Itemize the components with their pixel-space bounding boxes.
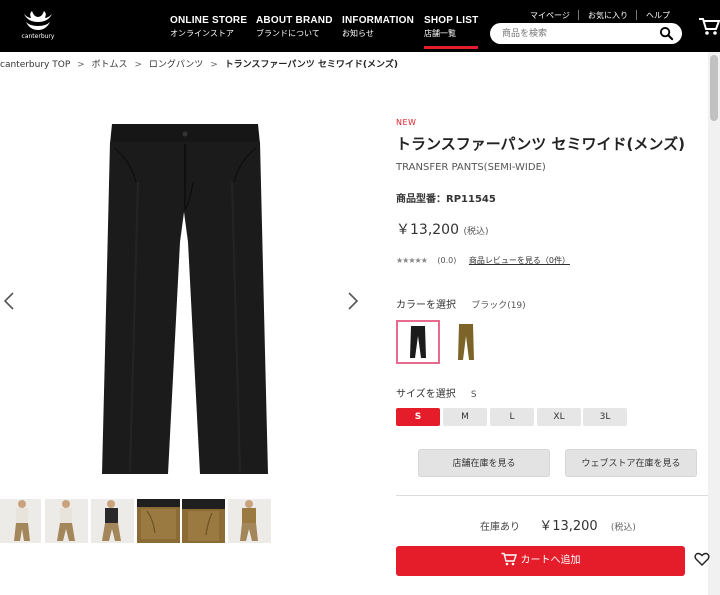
util-mypage-link[interactable]: マイページ <box>530 10 570 21</box>
thumbnail-1[interactable] <box>0 499 41 543</box>
add-to-cart-label: カートへ追加 <box>520 555 581 566</box>
thumbnail-detail-image <box>182 499 225 543</box>
product-main-image <box>102 124 268 474</box>
thumbnail-4[interactable] <box>137 499 180 543</box>
breadcrumb-separator: > <box>210 60 218 70</box>
store-stock-button[interactable]: 店舗在庫を見る <box>418 449 550 477</box>
color-select-row: カラーを選択 ブラック(19) <box>396 296 526 311</box>
cart-icon <box>501 552 517 565</box>
size-button-xl[interactable]: XL <box>537 408 581 426</box>
util-favorites-link[interactable]: お気に入り <box>588 10 628 21</box>
logo-wordmark: canterbury <box>21 33 55 40</box>
size-select-row: サイズを選択 S <box>396 385 477 400</box>
size-button-l[interactable]: L <box>490 408 534 426</box>
heart-icon[interactable] <box>694 551 710 567</box>
nav-information[interactable]: INFORMATION お知らせ <box>342 15 414 39</box>
breadcrumb-bottoms-link[interactable]: ボトムス <box>92 60 128 70</box>
review-link[interactable]: 商品レビューを見る（0件） <box>469 256 570 265</box>
black-pants-swatch-image <box>410 326 426 358</box>
divider <box>396 495 708 496</box>
product-title: トランスファーパンツ セミワイド(メンズ) <box>396 135 685 153</box>
product-subtitle: TRANSFER PANTS(SEMI-WIDE) <box>396 162 546 173</box>
new-badge: NEW <box>396 118 417 127</box>
util-divider <box>636 10 637 20</box>
rating-row: ★★★★★ (0.0) 商品レビューを見る（0件） <box>396 255 570 266</box>
stock-price: ￥13,200 <box>539 519 598 534</box>
size-select-value: S <box>470 390 477 400</box>
size-button-s[interactable]: S <box>396 408 440 426</box>
thumbnail-6[interactable] <box>228 499 271 543</box>
util-help-link[interactable]: ヘルプ <box>646 10 670 21</box>
nav-online-store[interactable]: ONLINE STORE オンラインストア <box>170 15 247 39</box>
thumbnail-detail-image <box>137 499 180 543</box>
size-button-m[interactable]: M <box>443 408 487 426</box>
gallery-prev-arrow-icon[interactable] <box>2 290 16 312</box>
rating-stars: ★★★★★ <box>396 256 428 265</box>
thumbnail-model-image <box>228 499 271 543</box>
thumbnail-5[interactable] <box>182 499 225 543</box>
breadcrumb-separator: > <box>77 60 85 70</box>
price-tax-note: (税込) <box>463 227 489 237</box>
rating-value: (0.0) <box>437 256 457 265</box>
search-icon[interactable] <box>659 26 674 41</box>
color-swatch-black[interactable] <box>396 320 440 364</box>
price-value: ￥13,200 <box>396 222 459 238</box>
search-input[interactable] <box>502 26 652 41</box>
color-select-label: カラーを選択 <box>396 300 456 311</box>
search-box <box>490 23 682 44</box>
scrollbar-thumb[interactable] <box>710 55 718 121</box>
nav-shop-list[interactable]: SHOP LIST 店舗一覧 <box>424 15 479 49</box>
stock-tax-note: (税込) <box>610 523 636 533</box>
util-divider <box>578 10 579 20</box>
gallery-next-arrow-icon[interactable] <box>346 290 360 312</box>
product-price: ￥13,200 (税込) <box>396 219 488 239</box>
size-button-3l[interactable]: 3L <box>583 408 627 426</box>
product-model-number: 商品型番：RP11545 <box>396 194 496 205</box>
breadcrumb-long-pants-link[interactable]: ロングパンツ <box>149 60 203 70</box>
stock-status: 在庫あり <box>480 522 520 533</box>
breadcrumb-current: トランスファーパンツ セミワイド(メンズ) <box>224 60 398 70</box>
breadcrumb-top-link[interactable]: canterbury TOP <box>0 60 70 70</box>
breadcrumb-separator: > <box>134 60 142 70</box>
add-to-cart-button[interactable]: カートへ追加 <box>396 546 685 576</box>
webstore-stock-button[interactable]: ウェブストア在庫を見る <box>565 449 697 477</box>
nav-about-brand[interactable]: ABOUT BRAND ブランドについて <box>256 15 333 39</box>
color-select-value: ブラック(19) <box>471 301 526 311</box>
brown-pants-swatch-image <box>458 324 474 360</box>
stock-row: 在庫あり ￥13,200 (税込) <box>480 515 636 534</box>
thumbnail-3[interactable] <box>91 499 134 543</box>
thumbnail-model-image <box>91 499 134 543</box>
thumbnail-model-image <box>0 499 41 543</box>
color-swatch-brown[interactable] <box>444 320 488 364</box>
thumbnail-2[interactable] <box>45 499 88 543</box>
cart-icon[interactable] <box>698 16 720 36</box>
page-scrollbar[interactable] <box>708 52 720 595</box>
thumbnail-model-image <box>45 499 88 543</box>
site-header: canterbury ONLINE STORE オンラインストア ABOUT B… <box>0 0 720 52</box>
size-select-label: サイズを選択 <box>396 389 456 400</box>
breadcrumb: canterbury TOP > ボトムス > ロングパンツ > トランスファー… <box>0 57 402 70</box>
